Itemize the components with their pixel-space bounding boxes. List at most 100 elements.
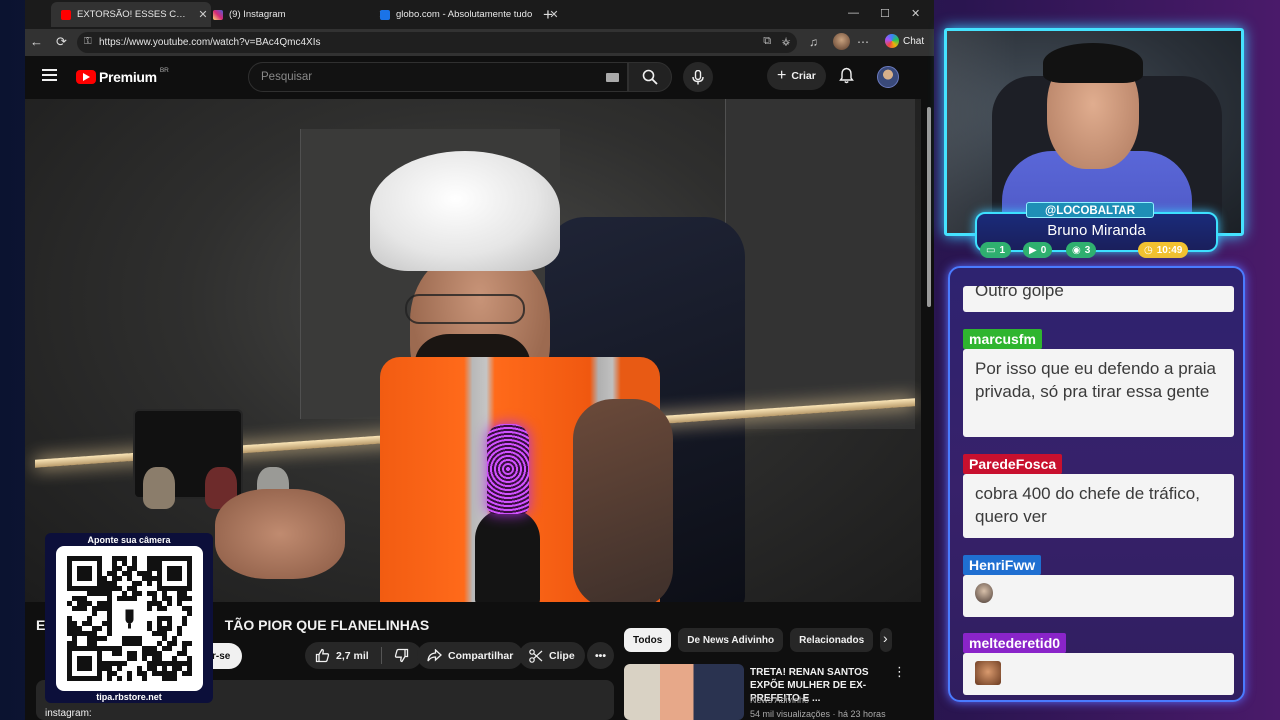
qr-module (167, 626, 172, 631)
emote-icon: ◉ (1072, 244, 1081, 256)
recommended-channel: News Adivinho (750, 695, 810, 705)
qr-module (132, 641, 137, 646)
qr-module (77, 596, 82, 601)
new-tab-icon[interactable]: + (543, 5, 553, 25)
more-menu-icon[interactable]: ⋯ (857, 35, 869, 49)
like-count: 2,7 mil (336, 649, 369, 662)
tab-instagram[interactable]: (9) Instagram ✕ (203, 2, 391, 27)
qr-module (122, 636, 127, 641)
qr-module (137, 671, 142, 676)
qr-module (162, 671, 167, 676)
qr-module (127, 571, 132, 576)
video-thumbnail[interactable] (624, 664, 744, 720)
chevron-right-icon[interactable]: › (883, 630, 888, 646)
qr-module (162, 666, 167, 671)
instagram-favicon-icon (213, 9, 223, 20)
clip-button[interactable]: Clipe (519, 642, 585, 669)
qr-module (167, 641, 172, 646)
create-button[interactable]: + Criar (767, 62, 826, 90)
like-dislike-group[interactable]: 2,7 mil (305, 642, 422, 669)
qr-code (56, 546, 203, 691)
voice-search-button[interactable] (683, 62, 713, 92)
qr-module (127, 651, 132, 656)
qr-module (147, 571, 152, 576)
qr-module (182, 591, 187, 596)
qr-module (162, 631, 167, 636)
reload-icon[interactable]: ⟳ (56, 34, 67, 50)
qr-module (92, 591, 97, 596)
qr-module (147, 661, 152, 666)
qr-module (122, 556, 127, 561)
recommended-video[interactable]: TRETA! RENAN SANTOS EXPÕE MULHER DE EX-P… (624, 664, 914, 720)
qr-module (117, 651, 122, 656)
qr-module (82, 631, 87, 636)
extensions-icon[interactable]: ⟡ (782, 35, 790, 50)
thumbs-down-icon[interactable] (394, 648, 409, 663)
qr-finder-pattern (77, 566, 92, 581)
thumbs-up-icon[interactable] (315, 648, 330, 663)
qr-module (177, 591, 182, 596)
qr-module (162, 596, 167, 601)
qr-module (92, 611, 97, 616)
close-window-icon[interactable]: ✕ (911, 7, 920, 20)
qr-module (187, 641, 192, 646)
page-scrollbar[interactable] (924, 99, 934, 720)
qr-module (112, 586, 117, 591)
menu-icon[interactable] (42, 69, 57, 84)
qr-module (102, 581, 107, 586)
qr-module (122, 591, 127, 596)
site-info-icon[interactable]: ⚿ (84, 36, 92, 47)
qr-module (97, 601, 102, 606)
qr-module (67, 616, 72, 621)
apps-icon[interactable]: ⧉ (763, 35, 771, 48)
qr-module (102, 621, 107, 626)
qr-module (172, 661, 177, 666)
search-button[interactable] (628, 62, 672, 92)
media-icon[interactable]: ♫ (809, 35, 818, 49)
keyboard-icon[interactable] (606, 73, 619, 82)
qr-finder-pattern (77, 656, 92, 671)
stat-alt: ◉ 3 (1066, 242, 1097, 258)
maximize-icon[interactable]: ☐ (880, 7, 890, 20)
tab-youtube[interactable]: EXTORSÃO! ESSES CARAS TÃO PIO ✕ (51, 2, 211, 27)
qr-module (152, 576, 157, 581)
qr-module (167, 596, 172, 601)
youtube-play-icon (76, 70, 96, 84)
back-arrow-icon[interactable]: ← (30, 34, 43, 49)
copilot-chat-button[interactable]: Chat (885, 34, 924, 48)
tab-globo[interactable]: globo.com - Absolutamente tudo ✕ (370, 2, 562, 27)
globo-favicon-icon (380, 9, 390, 20)
qr-module (107, 581, 112, 586)
stat-chat: ▭ 1 (980, 242, 1012, 258)
profile-avatar[interactable] (833, 33, 850, 50)
search-input[interactable]: Pesquisar (248, 62, 628, 92)
create-label: Criar (791, 70, 816, 82)
qr-module (107, 671, 112, 676)
share-button[interactable]: Compartilhar (417, 642, 524, 669)
qr-module (112, 646, 117, 651)
qr-module (157, 601, 162, 606)
qr-module (162, 676, 167, 681)
qr-module (147, 601, 152, 606)
qr-module (87, 641, 92, 646)
more-actions-button[interactable]: ••• (587, 642, 614, 669)
chat-username: meltederetid0 (963, 633, 1067, 653)
qr-module (102, 646, 107, 651)
streamer-handle: @LOCOBALTAR (1026, 202, 1154, 218)
account-avatar[interactable] (877, 66, 899, 88)
notifications-bell-icon[interactable] (839, 67, 854, 84)
video-player[interactable] (25, 99, 921, 602)
youtube-favicon-icon (61, 9, 71, 20)
mic-stand (475, 509, 540, 602)
youtube-logo[interactable]: Premium BR (76, 67, 169, 85)
chip-all[interactable]: Todos (624, 628, 672, 652)
more-vertical-icon[interactable]: ⋮ (893, 664, 906, 680)
minimize-icon[interactable]: — (848, 7, 859, 19)
qr-module (132, 561, 137, 566)
chip-related[interactable]: Relacionados (790, 628, 874, 652)
qr-module (127, 671, 132, 676)
qr-module (152, 631, 157, 636)
url-bar[interactable]: ⚿ https://www.youtube.com/watch?v=BAc4Qm… (77, 32, 797, 53)
chip-channel[interactable]: De News Adivinho (678, 628, 784, 652)
tab-title: globo.com - Absolutamente tudo (396, 9, 533, 20)
